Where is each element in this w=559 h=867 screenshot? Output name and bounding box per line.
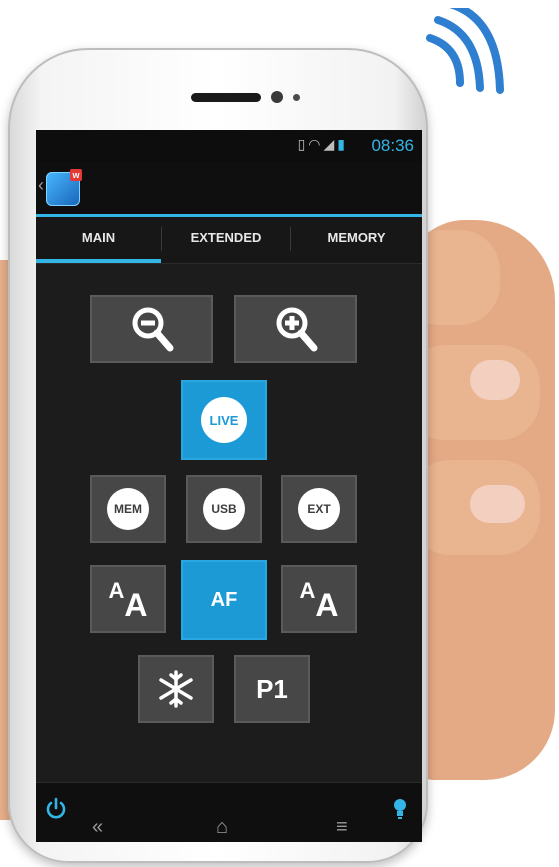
front-camera [271, 91, 283, 103]
live-label: LIVE [201, 397, 247, 443]
wifi-icon: ◠ [308, 136, 324, 152]
app-badge: w [70, 169, 82, 181]
usb-button[interactable]: USB [186, 475, 262, 543]
tab-extended[interactable]: EXTENDED [162, 217, 290, 263]
menu-nav-icon[interactable]: ≡ [336, 816, 348, 839]
mem-label: MEM [107, 488, 149, 530]
live-button[interactable]: LIVE [181, 380, 267, 460]
action-bar: ‹ w [36, 162, 422, 217]
status-time: 08:36 [371, 136, 414, 155]
p1-button[interactable]: P1 [234, 655, 310, 723]
up-chevron-icon[interactable]: ‹ [38, 175, 44, 196]
snowflake-icon [159, 670, 193, 708]
zoom-in-icon [276, 307, 317, 352]
home-nav-icon[interactable]: ⌂ [216, 816, 228, 839]
battery-icon: ▮ [337, 136, 348, 152]
tab-bar: MAIN EXTENDED MEMORY [36, 217, 422, 264]
freeze-button[interactable] [138, 655, 214, 723]
small-a-label: A [108, 578, 125, 603]
speaker-grille [191, 93, 261, 102]
font-decrease-button[interactable]: A A [281, 565, 357, 633]
large-a-label: A [315, 586, 339, 623]
ext-label: EXT [298, 488, 340, 530]
fingernail [470, 360, 520, 400]
fingernail [470, 485, 525, 523]
signal-icon: ◢ [323, 136, 338, 152]
sensor [293, 94, 300, 101]
status-icons: ▯◠◢▮ [298, 136, 348, 153]
tab-memory[interactable]: MEMORY [291, 217, 422, 263]
back-nav-icon[interactable]: « [92, 816, 103, 839]
tab-indicator [36, 259, 161, 263]
wireless-signal-icon [426, 8, 504, 94]
status-bar: ▯◠◢▮ 08:36 [36, 130, 422, 162]
app-screen: ▯◠◢▮ 08:36 ‹ w MAIN EXTENDED MEMORY LIVE… [36, 130, 422, 842]
tab-main[interactable]: MAIN [36, 217, 161, 263]
zoom-in-button[interactable] [234, 295, 357, 363]
af-label: AF [210, 588, 238, 611]
navigation-bar: « ⌂ ≡ [56, 800, 442, 860]
large-a-label: A [124, 586, 148, 623]
font-increase-button[interactable]: A A [90, 565, 166, 633]
zoom-out-button[interactable] [90, 295, 213, 363]
ext-button[interactable]: EXT [281, 475, 357, 543]
vibrate-icon: ▯ [297, 136, 309, 152]
camera-remote-app-icon[interactable]: w [46, 169, 82, 206]
mem-button[interactable]: MEM [90, 475, 166, 543]
af-button[interactable]: AF [181, 560, 267, 640]
p1-label: P1 [256, 673, 288, 704]
usb-label: USB [203, 488, 245, 530]
small-a-label: A [299, 578, 316, 603]
zoom-out-icon [132, 307, 173, 352]
